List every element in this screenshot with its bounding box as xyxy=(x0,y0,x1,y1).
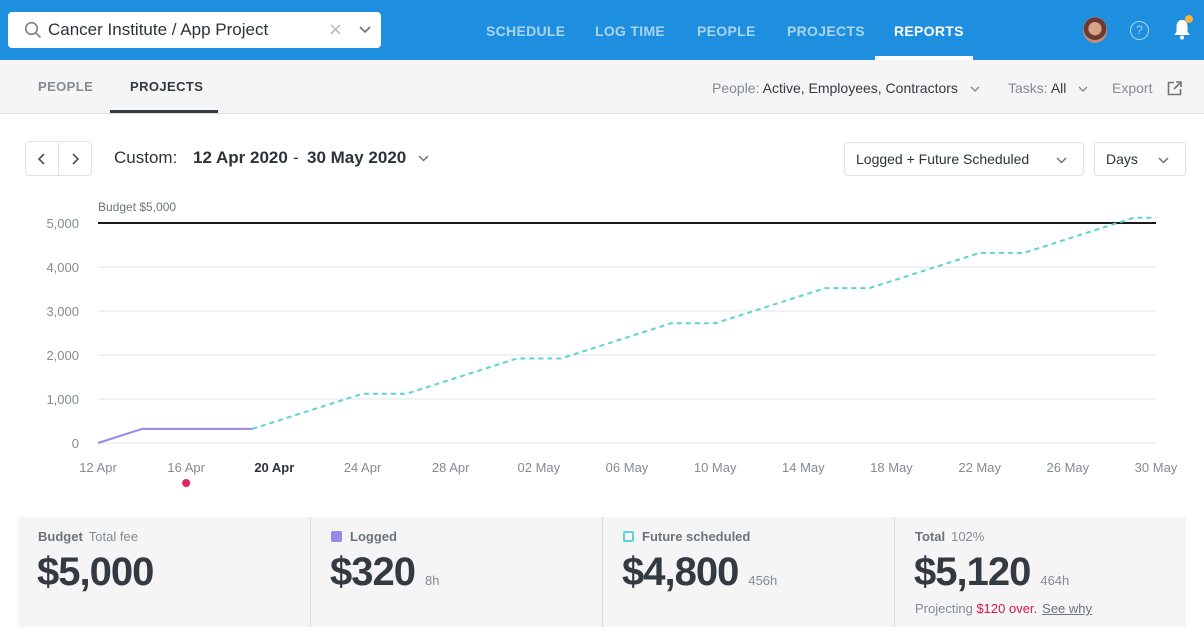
y-tick-label: 3,000 xyxy=(46,304,79,319)
x-tick-label: 22 May xyxy=(958,460,1001,475)
granularity-select-value: Days xyxy=(1106,151,1138,167)
over-budget-amount: $120 over. xyxy=(976,601,1038,616)
mode-select-value: Logged + Future Scheduled xyxy=(856,151,1030,167)
total-percent: 102% xyxy=(951,529,985,544)
future-scheduled-card: Future scheduled $4,800 456h xyxy=(602,517,894,627)
chevron-down-icon xyxy=(1158,157,1169,164)
range-separator: - xyxy=(293,148,299,167)
report-subbar: PEOPLE PROJECTS People: Active, Employee… xyxy=(0,60,1204,114)
budget-title: Budget xyxy=(38,529,83,544)
nav-schedule[interactable]: SCHEDULE xyxy=(486,23,565,39)
notification-dot xyxy=(1185,15,1193,23)
logged-value: $320 xyxy=(330,550,416,594)
series-future-scheduled-line xyxy=(251,216,1156,430)
budget-burn-chart: 0 1,000 2,000 3,000 4,000 5,000 12 Apr 16 Apr 2… xyxy=(46,200,1178,487)
y-axis: 0 1,000 2,000 3,000 4,000 5,000 xyxy=(46,216,79,451)
external-link-icon[interactable] xyxy=(1167,81,1182,96)
range-prefix: Custom: xyxy=(114,148,178,167)
granularity-select[interactable]: Days xyxy=(1094,142,1186,176)
future-hours: 456h xyxy=(748,573,778,588)
avatar[interactable] xyxy=(1083,17,1107,43)
chevron-down-icon[interactable] xyxy=(358,23,372,37)
search-icon xyxy=(24,21,42,39)
y-tick-label: 5,000 xyxy=(46,216,79,231)
y-tick-label: 2,000 xyxy=(46,348,79,363)
series-logged-line xyxy=(97,427,253,444)
nav-log-time[interactable]: LOG TIME xyxy=(595,23,665,39)
chevron-down-icon xyxy=(1056,157,1067,164)
date-marker-dot xyxy=(182,479,191,487)
total-value: $5,120 xyxy=(914,550,1031,594)
range-start[interactable]: 12 Apr 2020 xyxy=(193,148,288,168)
range-end[interactable]: 30 May 2020 xyxy=(307,148,406,168)
y-tick-label: 4,000 xyxy=(46,260,79,275)
logged-legend-swatch xyxy=(331,531,342,542)
nav-reports[interactable]: REPORTS xyxy=(894,23,964,39)
future-value: $4,800 xyxy=(622,550,739,594)
logged-title: Logged xyxy=(350,529,397,544)
budget-card: Budget Total fee $5,000 xyxy=(18,517,310,627)
people-filter-label: People: xyxy=(712,80,760,96)
chevron-right-icon xyxy=(72,152,80,165)
budget-value: $5,000 xyxy=(37,550,154,594)
x-tick-label: 28 Apr xyxy=(432,460,470,475)
tab-people[interactable]: PEOPLE xyxy=(38,79,93,94)
people-filter-value: Active, Employees, Contractors xyxy=(762,80,958,96)
clear-icon[interactable]: × xyxy=(328,19,343,40)
y-tick-label: 1,000 xyxy=(46,392,79,407)
budget-line-label: Budget $5,000 xyxy=(98,200,176,214)
total-title: Total xyxy=(915,529,946,544)
x-tick-label: 30 May xyxy=(1135,460,1178,475)
tasks-filter[interactable]: Tasks: All xyxy=(1008,80,1088,96)
search-value: Cancer Institute / App Project xyxy=(48,20,269,39)
tab-active-indicator xyxy=(110,110,218,113)
x-axis: 12 Apr 16 Apr 20 Apr 24 Apr 28 Apr 02 May 06 M… xyxy=(79,460,1178,475)
x-tick-label: 14 May xyxy=(782,460,825,475)
x-tick-label: 26 May xyxy=(1047,460,1090,475)
see-why-link[interactable]: See why xyxy=(1042,601,1092,616)
x-tick-label: 20 Apr xyxy=(254,460,294,475)
budget-subtitle: Total fee xyxy=(88,529,138,544)
x-tick-label: 06 May xyxy=(606,460,649,475)
top-nav-bar: Cancer Institute / App Project × SCHEDUL… xyxy=(0,0,1204,60)
next-period-button[interactable] xyxy=(59,142,91,175)
date-pager xyxy=(25,141,92,176)
grid-lines xyxy=(98,266,1156,444)
tab-projects[interactable]: PROJECTS xyxy=(130,79,203,94)
people-filter[interactable]: People: Active, Employees, Contractors xyxy=(712,80,980,96)
future-title: Future scheduled xyxy=(642,529,751,544)
tasks-filter-value: All xyxy=(1050,80,1067,96)
x-tick-label: 10 May xyxy=(694,460,737,475)
future-legend-swatch xyxy=(623,531,634,542)
export-button[interactable]: Export xyxy=(1112,80,1152,96)
x-tick-label: 12 Apr xyxy=(79,460,117,475)
logged-hours: 8h xyxy=(424,573,440,588)
chevron-down-icon[interactable] xyxy=(417,152,430,165)
x-tick-label: 18 May xyxy=(870,460,913,475)
summary-cards: Budget Total fee $5,000 Logged $320 8h Fut… xyxy=(18,517,1186,627)
chevron-down-icon xyxy=(970,86,980,93)
x-tick-label: 02 May xyxy=(518,460,561,475)
nav-people[interactable]: PEOPLE xyxy=(697,23,756,39)
total-hours: 464h xyxy=(1040,573,1070,588)
mode-select[interactable]: Logged + Future Scheduled xyxy=(844,142,1084,176)
logged-card: Logged $320 8h xyxy=(310,517,602,627)
tasks-filter-label: Tasks: xyxy=(1008,80,1048,96)
chevron-down-icon xyxy=(1078,86,1088,93)
help-icon[interactable]: ? xyxy=(1130,21,1149,40)
project-search-input[interactable]: Cancer Institute / App Project × xyxy=(8,12,381,48)
x-tick-label: 24 Apr xyxy=(344,460,382,475)
prev-period-button[interactable] xyxy=(26,142,59,175)
projecting-label: Projecting xyxy=(915,601,973,616)
chevron-left-icon xyxy=(37,152,45,165)
total-card: Total 102% $5,120 464h Projecting $120 ove… xyxy=(894,517,1186,627)
x-tick-label: 16 Apr xyxy=(167,460,205,475)
nav-projects[interactable]: PROJECTS xyxy=(787,23,865,39)
y-tick-label: 0 xyxy=(72,436,79,451)
